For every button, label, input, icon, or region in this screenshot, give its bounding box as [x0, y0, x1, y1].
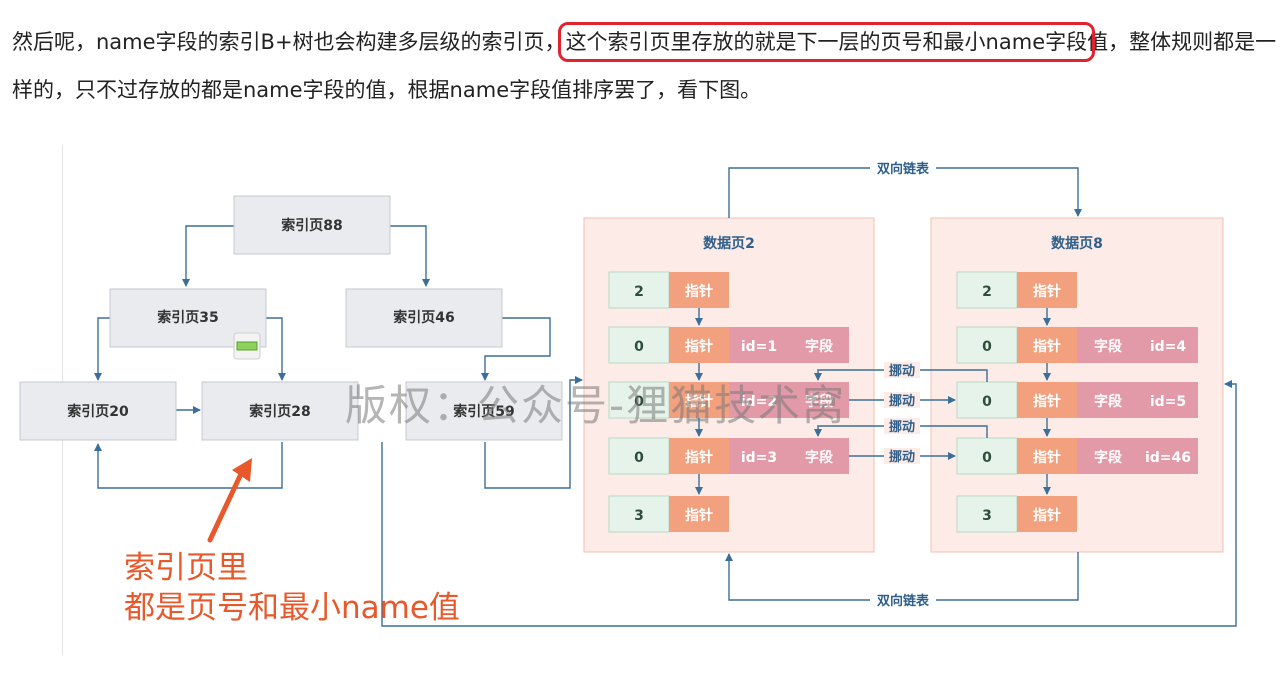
record-num: 3	[982, 508, 992, 524]
record-pointer: 指针	[685, 449, 713, 466]
record-num: 0	[982, 394, 992, 410]
record-field: 字段	[805, 449, 833, 466]
record-id: id=46	[1145, 450, 1191, 466]
record-row: 0 指针 字段 id=4	[956, 326, 1198, 364]
index-page-20: 索引页20	[19, 381, 177, 441]
record-num: 0	[982, 450, 992, 466]
index-page-35: 索引页35	[109, 288, 267, 360]
record-num: 0	[982, 339, 992, 355]
record-id: id=3	[741, 450, 777, 466]
record-row: 0 指针 字段 id=5	[956, 381, 1198, 419]
linked-list-label-bottom: 双向链表	[877, 593, 930, 609]
record-pointer: 指针	[1033, 338, 1061, 355]
record-num: 2	[982, 284, 992, 300]
record-pointer: 指针	[1033, 283, 1061, 300]
record-pointer: 指针	[1033, 393, 1061, 410]
record-field: 字段	[1094, 393, 1122, 410]
record-num: 3	[634, 508, 644, 524]
index-page-88-label: 索引页88	[281, 217, 342, 234]
watermark-text: 版权：公众号-狸猫技术窝	[345, 381, 847, 430]
data-page-2-title: 数据页2	[703, 235, 755, 252]
record-row: 3 指针	[956, 495, 1077, 533]
index-page-28: 索引页28	[201, 381, 359, 441]
record-pointer: 指针	[685, 507, 713, 524]
record-field: 字段	[1094, 449, 1122, 466]
record-field: 字段	[1094, 338, 1122, 355]
annotation-arrow	[207, 458, 252, 543]
move-label: 挪动	[889, 419, 915, 435]
move-label: 挪动	[889, 449, 915, 465]
move-label: 挪动	[889, 363, 915, 379]
record-pointer: 指针	[685, 338, 713, 355]
record-num: 2	[634, 284, 644, 300]
annotation-line-1: 索引页里	[124, 550, 248, 586]
index-page-46: 索引页46	[345, 288, 503, 348]
record-pointer: 指针	[1033, 449, 1061, 466]
record-row: 0 指针 字段 id=46	[956, 437, 1198, 475]
record-row: 0 指针 id=1 字段	[608, 326, 849, 364]
record-row: 2 指针	[608, 271, 729, 309]
record-pointer: 指针	[1033, 507, 1061, 524]
linked-list-label-top: 双向链表	[877, 161, 930, 177]
record-id: id=4	[1150, 339, 1187, 355]
record-row: 2 指针	[956, 271, 1077, 309]
record-field: 字段	[805, 338, 833, 355]
record-id: id=5	[1150, 394, 1186, 410]
annotation-text: 索引页里 都是页号和最小name值	[124, 548, 460, 628]
index-page-28-label: 索引页28	[249, 403, 310, 420]
index-page-88: 索引页88	[233, 195, 391, 255]
index-page-46-label: 索引页46	[393, 309, 454, 326]
annotation-line-2: 都是页号和最小name值	[124, 590, 460, 626]
data-page-8-title: 数据页8	[1051, 235, 1103, 252]
index-page-35-label: 索引页35	[157, 309, 218, 326]
record-row: 0 指针 id=3 字段	[608, 437, 849, 475]
index-page-20-label: 索引页20	[67, 403, 129, 420]
move-label: 挪动	[889, 393, 915, 409]
record-num: 0	[634, 450, 644, 466]
record-num: 0	[634, 339, 644, 355]
record-row: 3 指针	[608, 495, 729, 533]
record-pointer: 指针	[685, 283, 713, 300]
record-id: id=1	[741, 339, 777, 355]
